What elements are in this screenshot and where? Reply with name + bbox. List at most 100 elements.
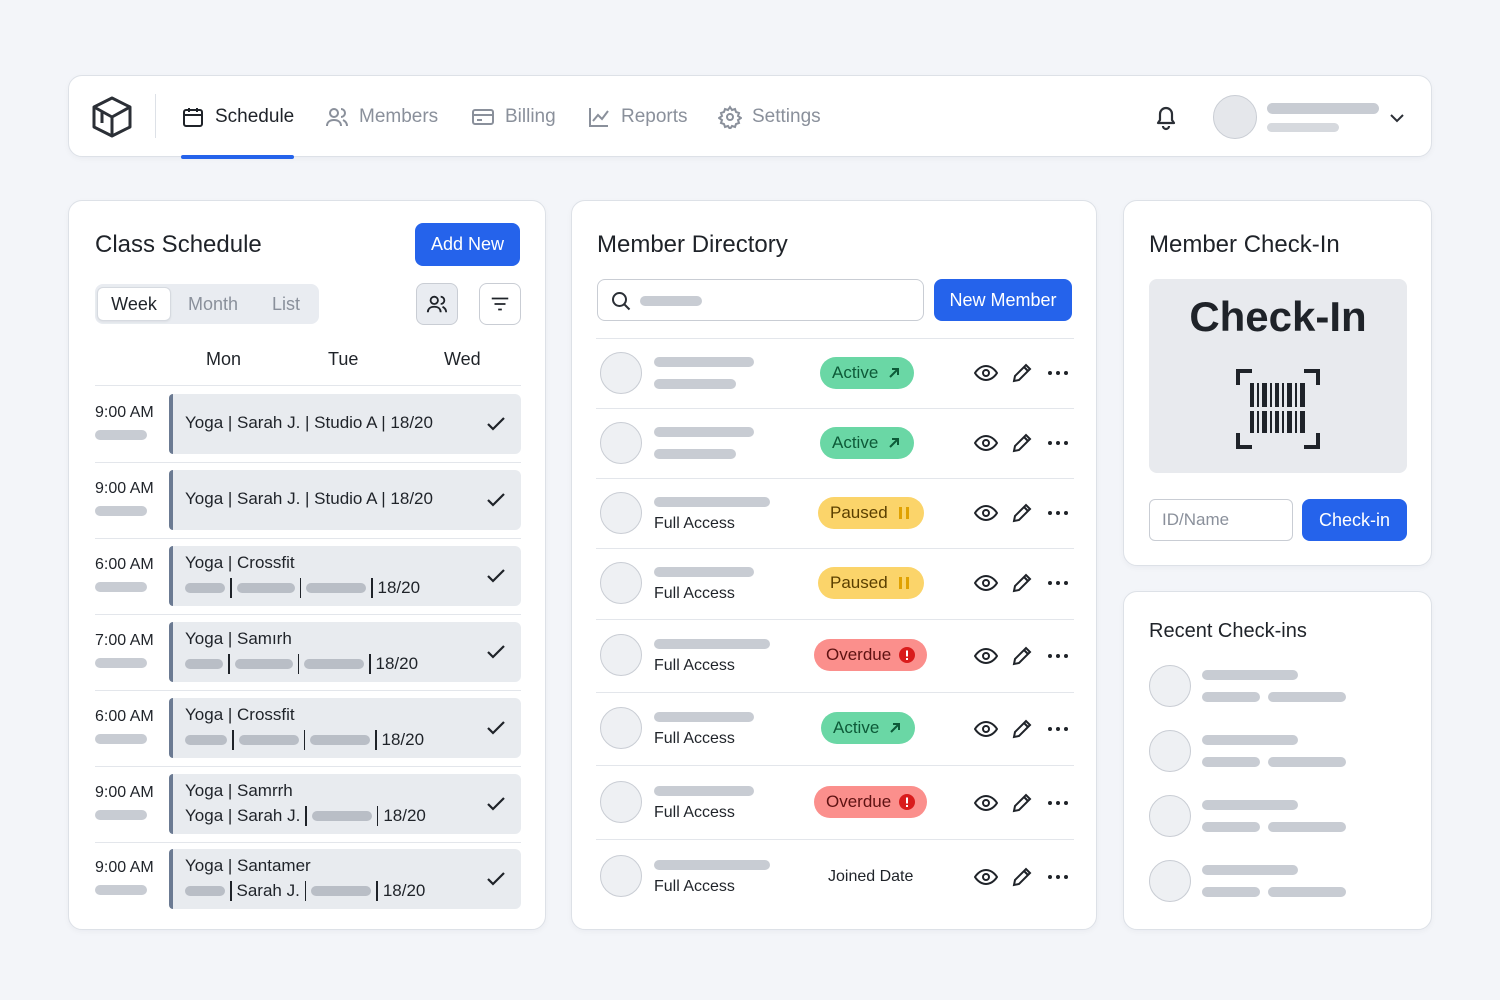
member-row[interactable]: Full Access Paused [596,548,1074,619]
pencil-icon[interactable] [1010,717,1034,741]
pencil-icon[interactable] [1010,791,1034,815]
pencil-icon[interactable] [1010,431,1034,455]
id-name-input[interactable]: ID/Name [1149,499,1293,541]
class-block[interactable]: Yoga | Sarah J. | Studio A | 18/20 [169,394,521,454]
tab-members[interactable]: Members [325,76,438,158]
eye-icon[interactable] [974,865,998,889]
recent-name-placeholder [1202,800,1298,810]
more-options-icon[interactable] [1046,501,1070,525]
bell-icon[interactable] [1153,103,1179,131]
view-week[interactable]: Week [97,287,171,321]
member-row[interactable]: Full Access Active [596,692,1074,765]
class-block[interactable]: Yoga | Crossfit 18/20 [169,546,521,606]
class-details: Yoga | Sarah J. 18/20 [185,806,426,826]
tab-reports[interactable]: Reports [587,76,688,158]
top-navigation-bar: Schedule Members Billing Reports Setting… [68,75,1432,159]
class-block[interactable]: Yoga | Santamer Sarah J. 18/20 [169,849,521,909]
pencil-icon[interactable] [1010,571,1034,595]
member-avatar [600,352,642,394]
add-new-button[interactable]: Add New [415,223,520,266]
recent-avatar [1149,730,1191,772]
member-directory-title: Member Directory [597,231,788,258]
schedule-row[interactable]: 6:00 AM Yoga | Crossfit 18/20 [95,546,521,608]
schedule-row[interactable]: 9:00 AM Yoga | Santamer Sarah J. 18/20 [95,849,521,911]
pencil-icon[interactable] [1010,865,1034,889]
divider [95,842,521,843]
pencil-icon[interactable] [1010,644,1034,668]
class-block[interactable]: Yoga | Crossfit 18/20 [169,698,521,758]
view-month[interactable]: Month [175,287,251,321]
check-in-button[interactable]: Check-in [1302,499,1407,541]
class-title: Yoga | Crossfit [185,553,295,572]
class-block[interactable]: Yoga | Sarah J. | Studio A | 18/20 [169,470,521,530]
class-block[interactable]: Yoga | Samırh 18/20 [169,622,521,682]
more-options-icon[interactable] [1046,571,1070,595]
eye-icon[interactable] [974,644,998,668]
scanner-area[interactable]: Check-In [1149,279,1407,473]
recent-check-ins-title: Recent Check-ins [1149,620,1307,642]
chevron-down-icon[interactable] [1387,108,1407,128]
schedule-row[interactable]: 9:00 AM Yoga | Samrrh Yoga | Sarah J. 18/… [95,774,521,836]
member-name-placeholder [654,712,754,722]
member-row[interactable]: Full Access Paused [596,478,1074,548]
class-schedule-panel: Class Schedule Add New Week Month List M… [68,200,546,930]
tab-schedule[interactable]: Schedule [181,76,295,159]
filter-button[interactable] [479,283,521,325]
member-row[interactable]: Full Access Joined Date [596,839,1074,913]
tab-schedule-label: Schedule [215,106,295,127]
view-list[interactable]: List [255,287,317,321]
member-plan: Full Access [654,878,735,895]
class-block[interactable]: Yoga | Samrrh Yoga | Sarah J. 18/20 [169,774,521,834]
arrow-up-right-icon [889,438,900,448]
new-member-button[interactable]: New Member [934,279,1072,321]
more-options-icon[interactable] [1046,361,1070,385]
member-row[interactable]: Active [596,408,1074,478]
class-capacity: 18/20 [383,806,426,825]
pencil-icon[interactable] [1010,501,1034,525]
class-time: 7:00 AM [95,632,154,649]
class-details: Yoga | Sarah J. | Studio A | 18/20 [185,413,433,432]
class-time: 9:00 AM [95,480,154,497]
member-name-placeholder [654,427,754,437]
eye-icon[interactable] [974,717,998,741]
tab-settings-label: Settings [752,106,821,127]
recent-name-placeholder [1202,865,1298,875]
instructor-filter-button[interactable] [416,283,458,325]
eye-icon[interactable] [974,431,998,455]
schedule-row[interactable]: 9:00 AM Yoga | Sarah J. | Studio A | 18/… [95,394,521,456]
more-options-icon[interactable] [1046,717,1070,741]
eye-icon[interactable] [974,501,998,525]
eye-icon[interactable] [974,791,998,815]
check-icon [487,569,505,583]
status-label: Active [832,433,879,452]
member-row[interactable]: Full Access Overdue [596,619,1074,692]
user-avatar[interactable] [1213,95,1257,139]
eye-icon[interactable] [974,361,998,385]
status-badge: Overdue [814,786,928,818]
filter-icon [491,297,509,311]
member-row[interactable]: Active [596,338,1074,408]
pencil-icon[interactable] [1010,361,1034,385]
search-placeholder-bar [640,296,702,306]
status-label: Active [833,718,880,737]
class-details: 18/20 [185,578,420,598]
schedule-row[interactable]: 9:00 AM Yoga | Sarah J. | Studio A | 18/… [95,470,521,532]
class-title: Yoga | Santamer [185,856,311,875]
eye-icon[interactable] [974,571,998,595]
tab-billing[interactable]: Billing [471,76,556,158]
schedule-row[interactable]: 7:00 AM Yoga | Samırh 18/20 [95,622,521,684]
active-tab-indicator [181,155,295,159]
cube-logo-icon[interactable] [91,95,133,139]
more-options-icon[interactable] [1046,791,1070,815]
tab-settings[interactable]: Settings [718,76,821,158]
member-avatar [600,562,642,604]
member-row[interactable]: Full Access Overdue [596,765,1074,839]
status-label: Active [832,363,879,382]
more-options-icon[interactable] [1046,644,1070,668]
more-options-icon[interactable] [1046,431,1070,455]
pause-icon [898,507,909,519]
schedule-row[interactable]: 6:00 AM Yoga | Crossfit 18/20 [95,698,521,760]
member-search-input[interactable] [597,279,924,321]
more-options-icon[interactable] [1046,865,1070,889]
class-time: 9:00 AM [95,404,154,421]
